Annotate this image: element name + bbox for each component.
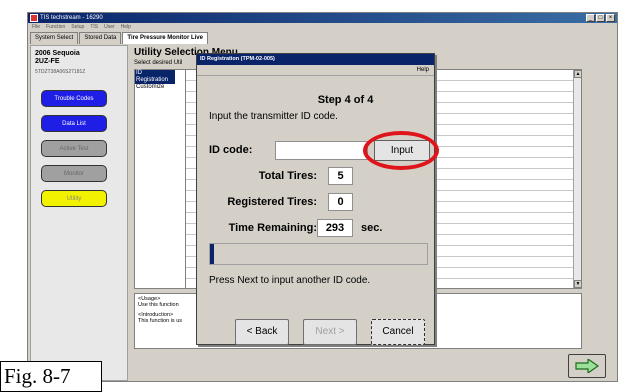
menu-help[interactable]: Help: [121, 23, 131, 32]
tab-system-select[interactable]: System Select: [30, 32, 79, 44]
list-scrollbar[interactable]: ▲ ▼: [573, 70, 582, 288]
progress-bar-fill: [210, 244, 215, 264]
total-tires-label: Total Tires:: [258, 170, 317, 182]
maximize-button[interactable]: □: [596, 14, 605, 22]
scroll-up-icon[interactable]: ▲: [574, 70, 582, 78]
tab-stored-data[interactable]: Stored Data: [79, 32, 122, 44]
close-button[interactable]: ×: [606, 14, 615, 22]
vehicle-info: 2006 Sequoia 2UZ-FE: [35, 50, 80, 66]
id-registration-dialog: ID Registration (TPM-02-005) Help Step 4…: [196, 53, 439, 345]
window-title: TIS techstream - 16290: [40, 15, 103, 21]
dialog-title: ID Registration (TPM-02-005): [197, 54, 434, 65]
menu-bar: File Function Setup TIS User Help: [28, 23, 617, 32]
tab-strip: System Select Stored Data Tire Pressure …: [30, 32, 209, 44]
utility-button[interactable]: Utility: [41, 190, 107, 207]
vehicle-engine: 2UZ-FE: [35, 58, 60, 65]
highlight-circle: [363, 131, 439, 170]
menu-user[interactable]: User: [104, 23, 115, 32]
vin-text: 5TDZT38A06S27181Z: [35, 69, 86, 75]
trouble-codes-button[interactable]: Trouble Codes: [41, 90, 107, 107]
progress-bar: [209, 243, 428, 265]
back-button[interactable]: < Back: [235, 319, 289, 345]
menu-setup[interactable]: Setup: [71, 23, 84, 32]
data-list-button[interactable]: Data List: [41, 115, 107, 132]
minimize-button[interactable]: _: [586, 14, 595, 22]
id-code-label: ID code:: [209, 144, 253, 156]
vehicle-name: 2006 Sequoia: [35, 50, 80, 57]
id-code-field[interactable]: [275, 141, 368, 160]
dialog-separator: [197, 75, 434, 76]
title-bar: TIS techstream - 16290 _ □ ×: [28, 13, 617, 23]
hint-text: Press Next to input another ID code.: [209, 275, 371, 286]
registered-tires-value: 0: [328, 193, 353, 211]
registered-tires-label: Registered Tires:: [227, 196, 317, 208]
next-arrow-button[interactable]: [568, 354, 606, 378]
active-test-button[interactable]: Active Test: [41, 140, 107, 157]
time-remaining-label: Time Remaining:: [228, 222, 317, 234]
next-button[interactable]: Next >: [303, 319, 357, 345]
total-tires-value: 5: [328, 167, 353, 185]
monitor-button[interactable]: Monitor: [41, 165, 107, 182]
time-remaining-value: 293: [317, 219, 353, 237]
menu-tis[interactable]: TIS: [90, 23, 98, 32]
left-panel: 2006 Sequoia 2UZ-FE 5TDZT38A06S27181Z Tr…: [30, 45, 128, 381]
figure-caption: Fig. 8-7: [0, 361, 102, 392]
instruction-text: Input the transmitter ID code.: [209, 111, 338, 122]
dialog-help-menu[interactable]: Help: [417, 67, 429, 73]
menu-file[interactable]: File: [32, 23, 40, 32]
menu-function[interactable]: Function: [46, 23, 65, 32]
tab-tire-pressure-monitor-live[interactable]: Tire Pressure Monitor Live: [122, 32, 208, 44]
scroll-down-icon[interactable]: ▼: [574, 280, 582, 288]
time-unit: sec.: [361, 222, 383, 234]
arrow-right-icon: [575, 359, 599, 373]
step-indicator: Step 4 of 4: [317, 94, 374, 106]
app-icon: [30, 14, 38, 22]
page-subtitle: Select desired Util: [134, 60, 183, 66]
list-item-id-registration[interactable]: ID Registration: [135, 70, 175, 84]
cancel-button[interactable]: Cancel: [371, 319, 425, 345]
